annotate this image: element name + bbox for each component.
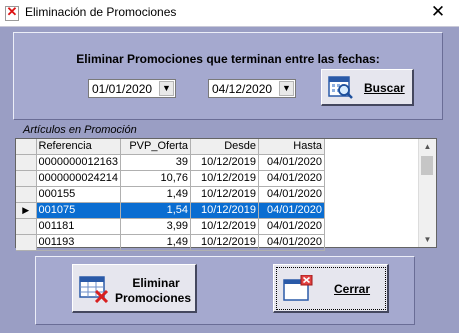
- app-x-icon: ✕: [5, 4, 19, 21]
- table-cell[interactable]: 10/12/2019: [190, 170, 260, 187]
- table-cell[interactable]: 001075: [36, 202, 122, 219]
- table-cell[interactable]: 04/01/2020: [258, 234, 326, 251]
- grid-header-row: Referencia PVP_Oferta Desde Hasta: [16, 139, 326, 155]
- row-indicator[interactable]: [16, 186, 37, 203]
- actions-panel: Eliminar Promociones Cerrar: [35, 256, 415, 325]
- table-row[interactable]: 0000000012163 39 10/12/2019 04/01/2020: [16, 154, 326, 171]
- table-cell[interactable]: 10,76: [120, 170, 192, 187]
- table-cell[interactable]: 1,54: [120, 202, 192, 219]
- table-row[interactable]: ▶ 001075 1,54 10/12/2019 04/01/2020: [16, 202, 326, 219]
- close-window-button[interactable]: ✕: [423, 1, 453, 23]
- calendar-search-icon: [328, 76, 353, 99]
- date-from-combo[interactable]: 01/01/2020 ▼: [88, 79, 176, 98]
- table-cell[interactable]: 001181: [36, 218, 122, 235]
- close-button-label: Cerrar: [334, 282, 371, 296]
- window-title: Eliminación de Promociones: [25, 5, 177, 19]
- table-delete-icon: [79, 276, 109, 303]
- scroll-thumb[interactable]: [421, 156, 433, 175]
- table-cell[interactable]: 1,49: [120, 234, 192, 251]
- column-header[interactable]: Hasta: [258, 139, 326, 155]
- articles-table: Referencia PVP_Oferta Desde Hasta 0000000012…: [16, 139, 326, 251]
- delete-promotions-button[interactable]: Eliminar Promociones: [72, 264, 197, 313]
- date-range-heading: Eliminar Promociones que terminan entre …: [76, 52, 380, 66]
- row-indicator[interactable]: [16, 218, 37, 235]
- table-cell[interactable]: 10/12/2019: [190, 186, 260, 203]
- delete-label-line1: Eliminar: [132, 276, 180, 290]
- title-bar: ✕ Eliminación de Promociones ✕: [0, 0, 459, 27]
- grid-corner: [16, 139, 37, 155]
- row-indicator[interactable]: [16, 234, 37, 251]
- scroll-down-icon[interactable]: ▼: [419, 232, 436, 247]
- date-filter-panel: Eliminar Promociones que terminan entre …: [13, 32, 443, 120]
- search-button[interactable]: Buscar: [321, 69, 414, 106]
- table-row[interactable]: 000155 1,49 10/12/2019 04/01/2020: [16, 186, 326, 203]
- table-cell[interactable]: 0000000024214: [36, 170, 122, 187]
- search-button-label: Buscar: [364, 81, 405, 95]
- chevron-down-icon[interactable]: ▼: [159, 81, 174, 96]
- table-cell[interactable]: 04/01/2020: [258, 154, 326, 171]
- table-row[interactable]: 001193 1,49 10/12/2019 04/01/2020: [16, 234, 326, 251]
- date-to-value: 04/12/2020: [212, 82, 273, 96]
- table-cell[interactable]: 3,99: [120, 218, 192, 235]
- table-cell[interactable]: 04/01/2020: [258, 202, 326, 219]
- table-cell[interactable]: 10/12/2019: [190, 154, 260, 171]
- table-cell[interactable]: 04/01/2020: [258, 186, 326, 203]
- column-header[interactable]: PVP_Oferta: [120, 139, 192, 155]
- window-close-icon: [283, 275, 313, 301]
- articles-grid[interactable]: Referencia PVP_Oferta Desde Hasta 0000000012…: [15, 138, 437, 251]
- table-row[interactable]: 0000000024214 10,76 10/12/2019 04/01/2020: [16, 170, 326, 187]
- row-indicator[interactable]: [16, 154, 37, 171]
- column-header[interactable]: Desde: [190, 139, 260, 155]
- scroll-up-icon[interactable]: ▲: [419, 139, 436, 154]
- table-row[interactable]: 001181 3,99 10/12/2019 04/01/2020: [16, 218, 326, 235]
- table-cell[interactable]: 10/12/2019: [190, 218, 260, 235]
- row-indicator[interactable]: ▶: [16, 202, 37, 219]
- articles-group-label: Artículos en Promoción: [23, 124, 137, 136]
- table-cell[interactable]: 04/01/2020: [258, 218, 326, 235]
- table-cell[interactable]: 39: [120, 154, 192, 171]
- table-cell[interactable]: 001193: [36, 234, 122, 251]
- table-cell[interactable]: 10/12/2019: [190, 202, 260, 219]
- table-cell[interactable]: 000155: [36, 186, 122, 203]
- chevron-down-icon[interactable]: ▼: [279, 81, 294, 96]
- delete-label-line2: Promociones: [114, 291, 192, 305]
- row-indicator[interactable]: [16, 170, 37, 187]
- table-cell[interactable]: 1,49: [120, 186, 192, 203]
- date-to-combo[interactable]: 04/12/2020 ▼: [208, 79, 296, 98]
- table-cell[interactable]: 0000000012163: [36, 154, 122, 171]
- table-cell[interactable]: 04/01/2020: [258, 170, 326, 187]
- date-from-value: 01/01/2020: [92, 82, 153, 96]
- close-button[interactable]: Cerrar: [273, 264, 389, 313]
- grid-vertical-scrollbar[interactable]: ▲ ▼: [418, 139, 436, 247]
- column-header[interactable]: Referencia: [36, 139, 122, 155]
- table-cell[interactable]: 10/12/2019: [190, 234, 260, 251]
